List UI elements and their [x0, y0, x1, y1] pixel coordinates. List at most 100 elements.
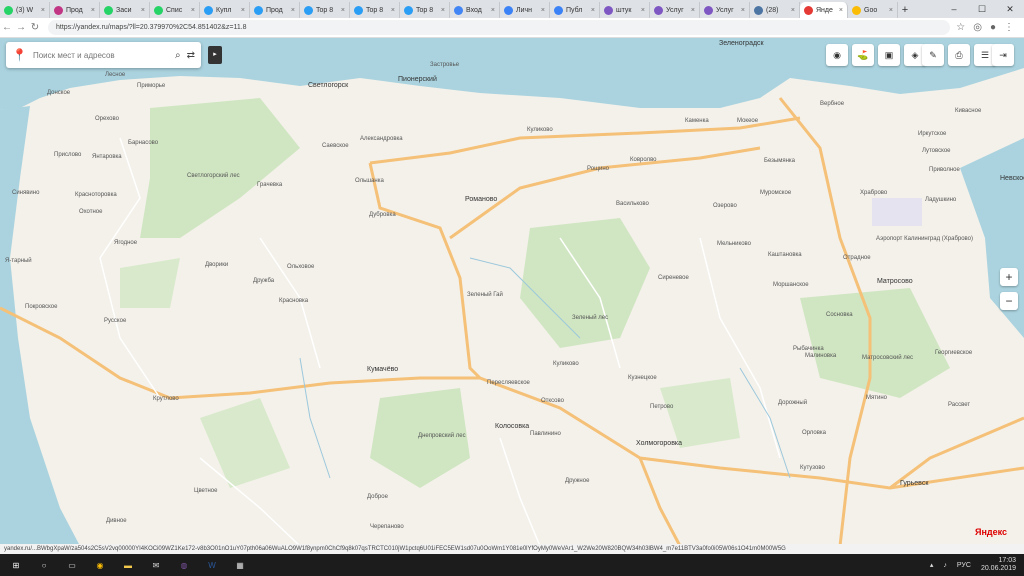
map-place-label[interactable]: Орловка [802, 430, 826, 436]
map-place-label[interactable]: Сосновка [826, 312, 853, 318]
map-place-label[interactable]: Петрово [650, 404, 673, 410]
browser-tab[interactable]: Заси × [100, 2, 150, 18]
viber-icon[interactable]: ◍ [176, 557, 192, 573]
tab-close-icon[interactable]: × [91, 7, 95, 14]
map-place-label[interactable]: Кумачёво [367, 366, 398, 373]
zoom-out-button[interactable]: − [1000, 292, 1018, 310]
tab-close-icon[interactable]: × [741, 7, 745, 14]
map-place-label[interactable]: Рощино [587, 166, 609, 172]
map-place-label[interactable]: Дворики [205, 262, 228, 268]
map-place-label[interactable]: Красноторовка [75, 192, 117, 198]
map-place-label[interactable]: Муромское [760, 190, 791, 196]
forward-icon[interactable]: → [14, 22, 28, 33]
map-place-label[interactable]: Дивное [106, 518, 127, 524]
map-place-label[interactable]: Кутузово [800, 465, 825, 471]
map-place-label[interactable]: Куликово [527, 127, 553, 133]
print-icon[interactable]: ⎙ [948, 44, 970, 66]
map-place-label[interactable]: Прислово [54, 152, 81, 158]
map-place-label[interactable]: Охотное [79, 209, 102, 215]
browser-tab[interactable]: Услуг × [650, 2, 700, 18]
map-place-label[interactable]: Сиреневое [658, 275, 689, 281]
browser-tab[interactable]: Прод × [250, 2, 300, 18]
tab-close-icon[interactable]: × [691, 7, 695, 14]
search-taskbar-icon[interactable]: ○ [36, 557, 52, 573]
tab-close-icon[interactable]: × [889, 7, 893, 14]
map-place-label[interactable]: Дорожный [778, 400, 807, 406]
tab-close-icon[interactable]: × [641, 7, 645, 14]
map-place-label[interactable]: Каменка [685, 118, 709, 124]
map-place-label[interactable]: Я-тарный [5, 258, 32, 264]
map-place-label[interactable]: Ольховое [287, 264, 314, 270]
map-place-label[interactable]: Приморье [137, 83, 165, 89]
explorer-icon[interactable]: ▬ [120, 557, 136, 573]
map-place-label[interactable]: Дружное [565, 478, 589, 484]
map-place-label[interactable]: Рыбачинка [793, 346, 824, 352]
map-place-label[interactable]: Моршанское [773, 282, 809, 288]
browser-tab[interactable]: (3) W × [0, 2, 50, 18]
tab-close-icon[interactable]: × [491, 7, 495, 14]
task-view-icon[interactable]: ▭ [64, 557, 80, 573]
map-place-label[interactable]: Матросово [877, 278, 913, 285]
map-place-label[interactable]: Приволное [929, 167, 960, 173]
map-place-label[interactable]: Зеленоградск [719, 40, 764, 47]
photos-icon[interactable]: ▦ [232, 557, 248, 573]
tab-close-icon[interactable]: × [591, 7, 595, 14]
chrome-icon[interactable]: ◉ [92, 557, 108, 573]
browser-tab[interactable]: Купл × [200, 2, 250, 18]
login-icon[interactable]: ⇥ [992, 44, 1014, 66]
map-place-label[interactable]: Куликово [553, 361, 579, 367]
browser-tab[interactable]: Публ × [550, 2, 600, 18]
menu-icon[interactable]: ⋮ [1004, 22, 1014, 33]
map-canvas[interactable]: Зеленоградск Пионерский Светлогорск Застров… [0, 38, 1024, 546]
browser-tab[interactable]: Янде × [800, 2, 848, 18]
minimize-icon[interactable]: – [940, 0, 968, 18]
tab-close-icon[interactable]: × [241, 7, 245, 14]
browser-tab[interactable]: Top 8 × [300, 2, 350, 18]
map-place-label[interactable]: Рассвет [948, 402, 970, 408]
map-place-label[interactable]: Невское [1000, 175, 1024, 182]
map-place-label[interactable]: Гурьевск [900, 480, 928, 487]
transport-icon[interactable]: ▣ [878, 44, 900, 66]
browser-tab[interactable]: Вход × [450, 2, 500, 18]
collapse-panel-button[interactable]: ▸ [208, 46, 222, 64]
reload-icon[interactable]: ↻ [28, 22, 42, 33]
map-place-label[interactable]: Грачевка [257, 182, 282, 188]
panorama-icon[interactable]: ⛳ [852, 44, 874, 66]
map-place-label[interactable]: Вербное [820, 101, 844, 107]
map-place-label[interactable]: Дубровка [369, 212, 396, 218]
map-place-label[interactable]: Цветное [194, 488, 217, 494]
language-indicator[interactable]: РУС [957, 562, 971, 569]
map-place-label[interactable]: Холмогоровка [636, 440, 682, 447]
map-place-label[interactable]: Пересляевское [487, 380, 530, 386]
map-place-label[interactable]: Матросовский лес [862, 355, 913, 361]
map-place-label[interactable]: Отрадное [843, 255, 871, 261]
map-place-label[interactable]: Романово [465, 196, 497, 203]
map-place-label[interactable]: Каштановка [768, 252, 802, 258]
map-place-label[interactable]: Кивасное [955, 108, 981, 114]
map-place-label[interactable]: Колосовка [495, 423, 529, 430]
browser-tab[interactable]: Личн × [500, 2, 550, 18]
tab-close-icon[interactable]: × [341, 7, 345, 14]
volume-icon[interactable]: ♪ [943, 562, 947, 569]
tab-close-icon[interactable]: × [391, 7, 395, 14]
map-place-label[interactable]: Пионерский [398, 76, 437, 83]
network-icon[interactable]: ▴ [930, 561, 934, 569]
url-input[interactable]: https://yandex.ru/maps/?ll=20.379970%2C5… [48, 20, 951, 35]
tab-close-icon[interactable]: × [191, 7, 195, 14]
search-icon[interactable]: ⌕ [175, 50, 181, 61]
map-place-label[interactable]: Покровское [25, 304, 57, 310]
map-place-label[interactable]: Дружба [253, 278, 274, 284]
back-icon[interactable]: ← [0, 22, 14, 33]
map-place-label[interactable]: Красновка [279, 298, 308, 304]
map-place-label[interactable]: Ягодное [114, 240, 137, 246]
map-place-label[interactable]: Георгиевское [935, 350, 972, 356]
tab-close-icon[interactable]: × [441, 7, 445, 14]
search-box[interactable]: 📍 ⌕ ⇄ [6, 42, 201, 68]
map-place-label[interactable]: Зеленый лес [572, 315, 608, 321]
route-icon[interactable]: ⇄ [187, 50, 195, 61]
map-place-label[interactable]: Храброво [860, 190, 887, 196]
browser-tab[interactable]: Услуг × [700, 2, 750, 18]
map-place-label[interactable]: Ладушкино [925, 197, 956, 203]
map-place-label[interactable]: Днепровский лес [418, 433, 466, 439]
map-place-label[interactable]: Мятино [866, 395, 887, 401]
